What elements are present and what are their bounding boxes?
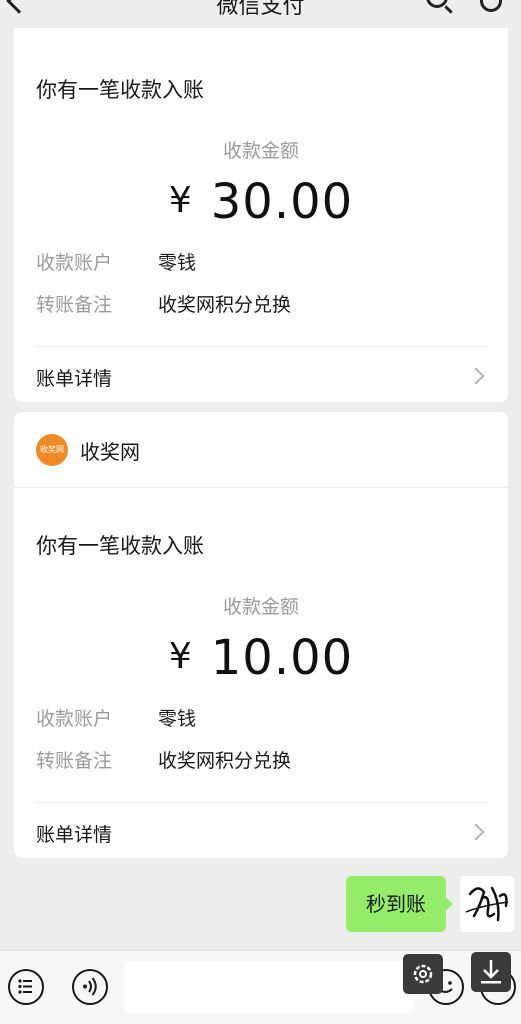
settings-button[interactable]: [403, 954, 443, 994]
account-value: 零钱: [158, 252, 197, 274]
amount-number: 10.00: [210, 630, 354, 686]
source-header[interactable]: 收奖网 收奖网: [14, 412, 508, 488]
payment-notice-card: 你有一笔收款入账 收款金额 ¥30.00 收款账户 零钱 转账备注 收奖网积分兑…: [14, 28, 508, 402]
notice-title: 你有一笔收款入账: [36, 534, 204, 558]
notice-title: 你有一笔收款入账: [36, 78, 204, 102]
currency-symbol: ¥: [168, 636, 193, 677]
payment-notice-card: 收奖网 收奖网 你有一笔收款入账 收款金额 ¥10.00 收款账户 零钱 转账备…: [14, 412, 508, 858]
divider: [36, 802, 486, 803]
amount-value: ¥30.00: [14, 174, 508, 230]
account-key: 收款账户: [36, 708, 113, 730]
account-value: 零钱: [158, 708, 197, 730]
divider: [36, 346, 486, 347]
source-name: 收奖网: [80, 440, 140, 464]
download-icon: [481, 960, 501, 984]
bill-detail-link[interactable]: 账单详情: [36, 820, 112, 847]
voice-icon[interactable]: [72, 969, 108, 1005]
account-key: 收款账户: [36, 252, 113, 274]
remark-key: 转账备注: [36, 750, 113, 772]
amount-number: 30.00: [210, 174, 354, 230]
download-button[interactable]: [471, 952, 511, 992]
remark-key: 转账备注: [36, 294, 113, 316]
remark-value: 收奖网积分兑换: [158, 294, 292, 316]
remark-value: 收奖网积分兑换: [158, 750, 292, 772]
message-input[interactable]: [124, 961, 414, 1013]
settings-icon: [413, 964, 433, 984]
top-nav-bar: 微信支付: [0, 0, 521, 22]
avatar[interactable]: [460, 876, 514, 932]
chevron-right-icon[interactable]: [467, 823, 485, 841]
chat-message-bubble[interactable]: 秒到账: [346, 876, 453, 932]
currency-symbol: ¥: [168, 180, 193, 221]
bill-detail-link[interactable]: 账单详情: [36, 364, 112, 391]
amount-label: 收款金额: [222, 596, 299, 618]
amount-value: ¥10.00: [14, 630, 508, 686]
amount-label: 收款金额: [222, 140, 299, 162]
source-logo: 收奖网: [36, 434, 68, 466]
avatar-signature-image: [465, 886, 509, 922]
chevron-right-icon[interactable]: [467, 367, 485, 385]
menu-icon[interactable]: [8, 969, 44, 1005]
